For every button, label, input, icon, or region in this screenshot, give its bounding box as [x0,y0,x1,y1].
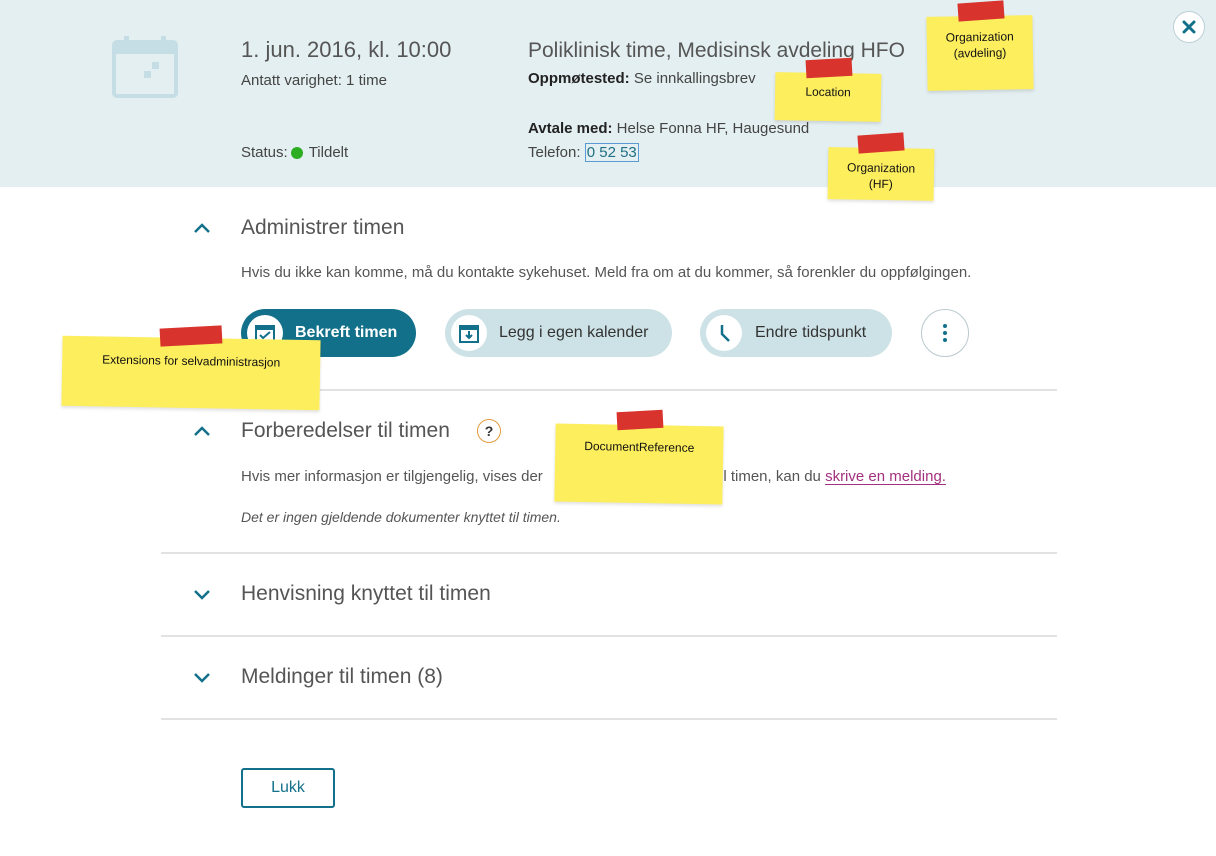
add-to-calendar-button[interactable]: Legg i egen kalender [445,309,672,357]
more-vertical-icon [943,324,947,342]
section-title-administrer[interactable]: Administrer timen [241,216,404,240]
no-documents-text: Det er ingen gjeldende dokumenter knytte… [241,509,561,525]
calendar-icon [112,36,178,103]
forberedelser-desc-prefix: Hvis mer informasjon er tilgjengelig, vi… [241,468,543,485]
section-title-henvisning[interactable]: Henvisning knyttet til timen [241,582,491,606]
status-value: Tildelt [308,144,349,161]
status-label: Status: [241,144,288,161]
more-options-button[interactable] [921,309,969,357]
sticky-note-text: Location [805,84,851,100]
chevron-up-icon[interactable] [192,424,212,443]
sticky-note-document-reference: DocumentReference [554,423,724,505]
section-title-forberedelser[interactable]: Forberedelser til timen [241,419,450,443]
sticky-note-location: Location [774,72,882,122]
chevron-down-icon[interactable] [192,587,212,606]
change-time-button[interactable]: Endre tidspunkt [700,309,892,357]
sticky-note-organization-avdeling: Organization (avdeling) [926,15,1034,91]
section-divider [161,718,1057,720]
tape-strip [957,0,1005,22]
appointment-with-value: Helse Fonna HF, Haugesund [616,120,810,137]
appointment-with: Avtale med: Helse Fonna HF, Haugesund [528,120,809,137]
phone-label: Telefon: [528,144,581,161]
forberedelser-desc-suffix: il timen, kan du skrive en melding. [720,468,946,485]
forberedelser-description: Hvis mer informasjon er tilgjengelig, vi… [241,468,543,485]
sticky-note-organization-hf: Organization (HF) [827,147,935,201]
appointment-status: Status: Tildelt [241,144,348,161]
tape-strip [805,57,853,79]
change-time-label: Endre tidspunkt [755,324,867,341]
section-divider [161,552,1057,554]
section-divider [161,635,1057,637]
tape-strip [159,325,223,347]
tape-strip [857,132,905,154]
sticky-note-text: Organization (avdeling) [945,29,1014,61]
chevron-down-icon[interactable] [192,670,212,689]
administrer-description: Hvis du ikke kan komme, må du kontakte s… [241,264,972,281]
close-dialog-button[interactable]: Lukk [241,768,335,808]
sticky-note-text: DocumentReference [584,439,695,455]
write-message-link[interactable]: skrive en melding. [825,468,946,485]
help-icon[interactable]: ? [477,419,501,443]
appointment-date: 1. jun. 2016, kl. 10:00 [241,37,452,62]
appointment-duration: Antatt varighet: 1 time [241,72,387,89]
sticky-note-extensions: Extensions for selvadministrasjon [61,335,321,411]
calendar-download-icon [451,315,487,351]
phone: Telefon: 0 52 53 [528,143,639,162]
sticky-note-text: Organization (HF) [846,160,916,192]
status-dot-icon [290,146,303,159]
phone-link[interactable]: 0 52 53 [584,143,639,162]
clock-icon [706,315,742,351]
chevron-up-icon[interactable] [192,221,212,240]
close-button[interactable] [1173,11,1205,43]
meeting-place-value: Se innkallingsbrev [633,70,756,87]
forberedelser-desc-middle: il timen, kan du [720,468,821,485]
tape-strip [616,409,664,431]
sticky-note-text: Extensions for selvadministrasjon [102,352,281,370]
close-icon [1182,20,1196,34]
add-to-calendar-label: Legg i egen kalender [499,324,649,341]
meeting-place-label: Oppmøtested: [528,70,630,87]
appointment-with-label: Avtale med: [528,120,613,137]
meeting-place: Oppmøtested: Se innkallingsbrev [528,70,756,87]
section-title-meldinger[interactable]: Meldinger til timen (8) [241,665,443,689]
